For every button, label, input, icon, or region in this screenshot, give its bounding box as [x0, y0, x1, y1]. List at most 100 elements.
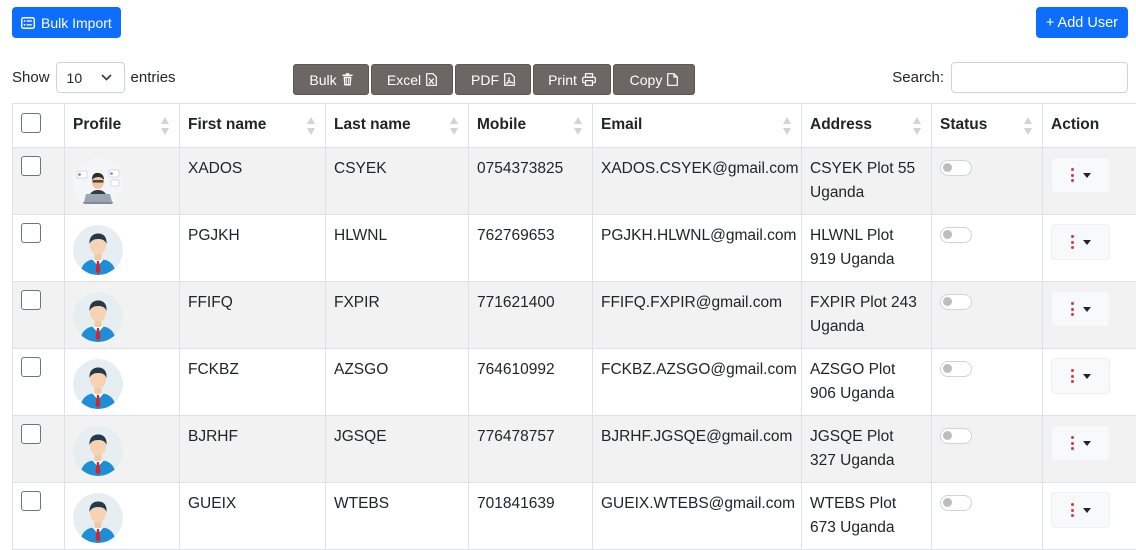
- address-cell: FXPIR Plot 243 Uganda: [801, 281, 932, 349]
- column-header-mobile[interactable]: Mobile: [468, 103, 593, 148]
- sort-icon: [450, 117, 459, 135]
- export-buttons: Bulk Excel PDF Print Copy: [293, 64, 695, 95]
- caret-down-icon: [1082, 507, 1091, 513]
- status-toggle[interactable]: [940, 227, 972, 243]
- row-checkbox[interactable]: [21, 424, 41, 444]
- caret-down-icon: [1082, 172, 1091, 178]
- first-name-cell: BJRHF: [179, 415, 326, 483]
- row-select-cell: [12, 281, 65, 349]
- row-checkbox[interactable]: [21, 491, 41, 511]
- row-checkbox[interactable]: [21, 223, 41, 243]
- action-menu-button[interactable]: [1051, 157, 1110, 193]
- email-text: FCKBZ.AZSGO@gmail.com: [601, 361, 797, 378]
- email-cell: BJRHF.JGSQE@gmail.com: [592, 415, 802, 483]
- status-toggle[interactable]: [940, 495, 972, 511]
- last-name-cell: CSYEK: [325, 147, 469, 215]
- table-row: GUEIX WTEBS 701841639 GUEIX.WTEBS@gmail.…: [12, 482, 1136, 550]
- column-label: Address: [810, 116, 873, 133]
- excel-label: Excel: [386, 71, 422, 88]
- action-menu-button[interactable]: [1051, 291, 1110, 327]
- address-cell: WTEBS Plot 673 Uganda: [801, 482, 932, 550]
- mobile-text: 0754373825: [477, 160, 564, 177]
- status-cell: [931, 415, 1043, 483]
- copy-button[interactable]: Copy: [613, 64, 695, 95]
- column-header-email[interactable]: Email: [592, 103, 802, 148]
- row-checkbox[interactable]: [21, 290, 41, 310]
- sort-icon: [307, 117, 316, 135]
- search-input[interactable]: [951, 62, 1128, 93]
- chevron-down-icon: [100, 74, 112, 81]
- add-user-button[interactable]: + Add User: [1035, 7, 1128, 38]
- address-cell: HLWNL Plot 919 Uganda: [801, 214, 932, 282]
- profile-cell: [64, 147, 180, 215]
- column-header-action: Action: [1042, 103, 1136, 148]
- email-text: PGJKH.HLWNL@gmail.com: [601, 227, 797, 244]
- status-toggle[interactable]: [940, 361, 972, 377]
- action-menu-button[interactable]: [1051, 358, 1110, 394]
- first-name-text: GUEIX: [188, 495, 237, 512]
- caret-down-icon: [1082, 239, 1091, 245]
- search-control: Search:: [892, 62, 1128, 93]
- mobile-cell: 764610992: [468, 348, 593, 416]
- status-cell: [931, 147, 1043, 215]
- row-checkbox[interactable]: [21, 156, 41, 176]
- select-all-checkbox[interactable]: [21, 113, 41, 133]
- action-menu-button[interactable]: [1051, 224, 1110, 260]
- mobile-cell: 771621400: [468, 281, 593, 349]
- status-cell: [931, 214, 1043, 282]
- address-cell: JGSQE Plot 327 Uganda: [801, 415, 932, 483]
- column-header-status[interactable]: Status: [931, 103, 1043, 148]
- pdf-export-button[interactable]: PDF: [455, 64, 531, 95]
- vertical-dots-icon: [1070, 503, 1074, 517]
- column-label: First name: [188, 116, 267, 133]
- vertical-dots-icon: [1070, 369, 1074, 383]
- select-all-header: [12, 103, 65, 148]
- mobile-text: 701841639: [477, 495, 555, 512]
- profile-cell: [64, 214, 180, 282]
- first-name-cell: FCKBZ: [179, 348, 326, 416]
- sort-icon: [161, 117, 170, 135]
- column-header-profile[interactable]: Profile: [64, 103, 180, 148]
- page-length-select[interactable]: 10: [55, 62, 125, 93]
- table-row: PGJKH HLWNL 762769653 PGJKH.HLWNL@gmail.…: [12, 214, 1136, 282]
- column-header-last-name[interactable]: Last name: [325, 103, 469, 148]
- mobile-cell: 0754373825: [468, 147, 593, 215]
- bulk-delete-button[interactable]: Bulk: [293, 64, 369, 95]
- avatar-businessman-icon: [73, 225, 123, 275]
- vertical-dots-icon: [1070, 168, 1074, 182]
- table-row: XADOS CSYEK 0754373825 XADOS.CSYEK@gmail…: [12, 147, 1136, 215]
- status-toggle[interactable]: [940, 428, 972, 444]
- excel-export-button[interactable]: Excel: [371, 64, 453, 95]
- file-copy-icon: [667, 73, 679, 86]
- bulk-import-button[interactable]: Bulk Import: [12, 7, 121, 38]
- first-name-cell: PGJKH: [179, 214, 326, 282]
- profile-cell: [64, 281, 180, 349]
- column-header-address[interactable]: Address: [801, 103, 932, 148]
- action-menu-button[interactable]: [1051, 492, 1110, 528]
- mobile-text: 764610992: [477, 361, 555, 378]
- address-text: JGSQE Plot 327 Uganda: [810, 428, 895, 469]
- vertical-dots-icon: [1070, 302, 1074, 316]
- action-menu-button[interactable]: [1051, 425, 1110, 461]
- column-label: Email: [601, 116, 643, 133]
- action-cell: [1042, 348, 1136, 416]
- status-toggle[interactable]: [940, 160, 972, 176]
- last-name-cell: HLWNL: [325, 214, 469, 282]
- column-label: Profile: [73, 116, 122, 133]
- mobile-text: 762769653: [477, 227, 555, 244]
- last-name-text: HLWNL: [334, 227, 388, 244]
- status-toggle[interactable]: [940, 294, 972, 310]
- action-cell: [1042, 281, 1136, 349]
- row-checkbox[interactable]: [21, 357, 41, 377]
- address-cell: AZSGO Plot 906 Uganda: [801, 348, 932, 416]
- column-label: Status: [940, 116, 988, 133]
- last-name-text: AZSGO: [334, 361, 389, 378]
- action-cell: [1042, 415, 1136, 483]
- avatar-laptop-icon: [73, 158, 123, 208]
- action-cell: [1042, 147, 1136, 215]
- email-cell: XADOS.CSYEK@gmail.com: [592, 147, 802, 215]
- row-select-cell: [12, 214, 65, 282]
- print-button[interactable]: Print: [533, 64, 611, 95]
- column-header-first-name[interactable]: First name: [179, 103, 326, 148]
- show-label: Show: [12, 69, 50, 86]
